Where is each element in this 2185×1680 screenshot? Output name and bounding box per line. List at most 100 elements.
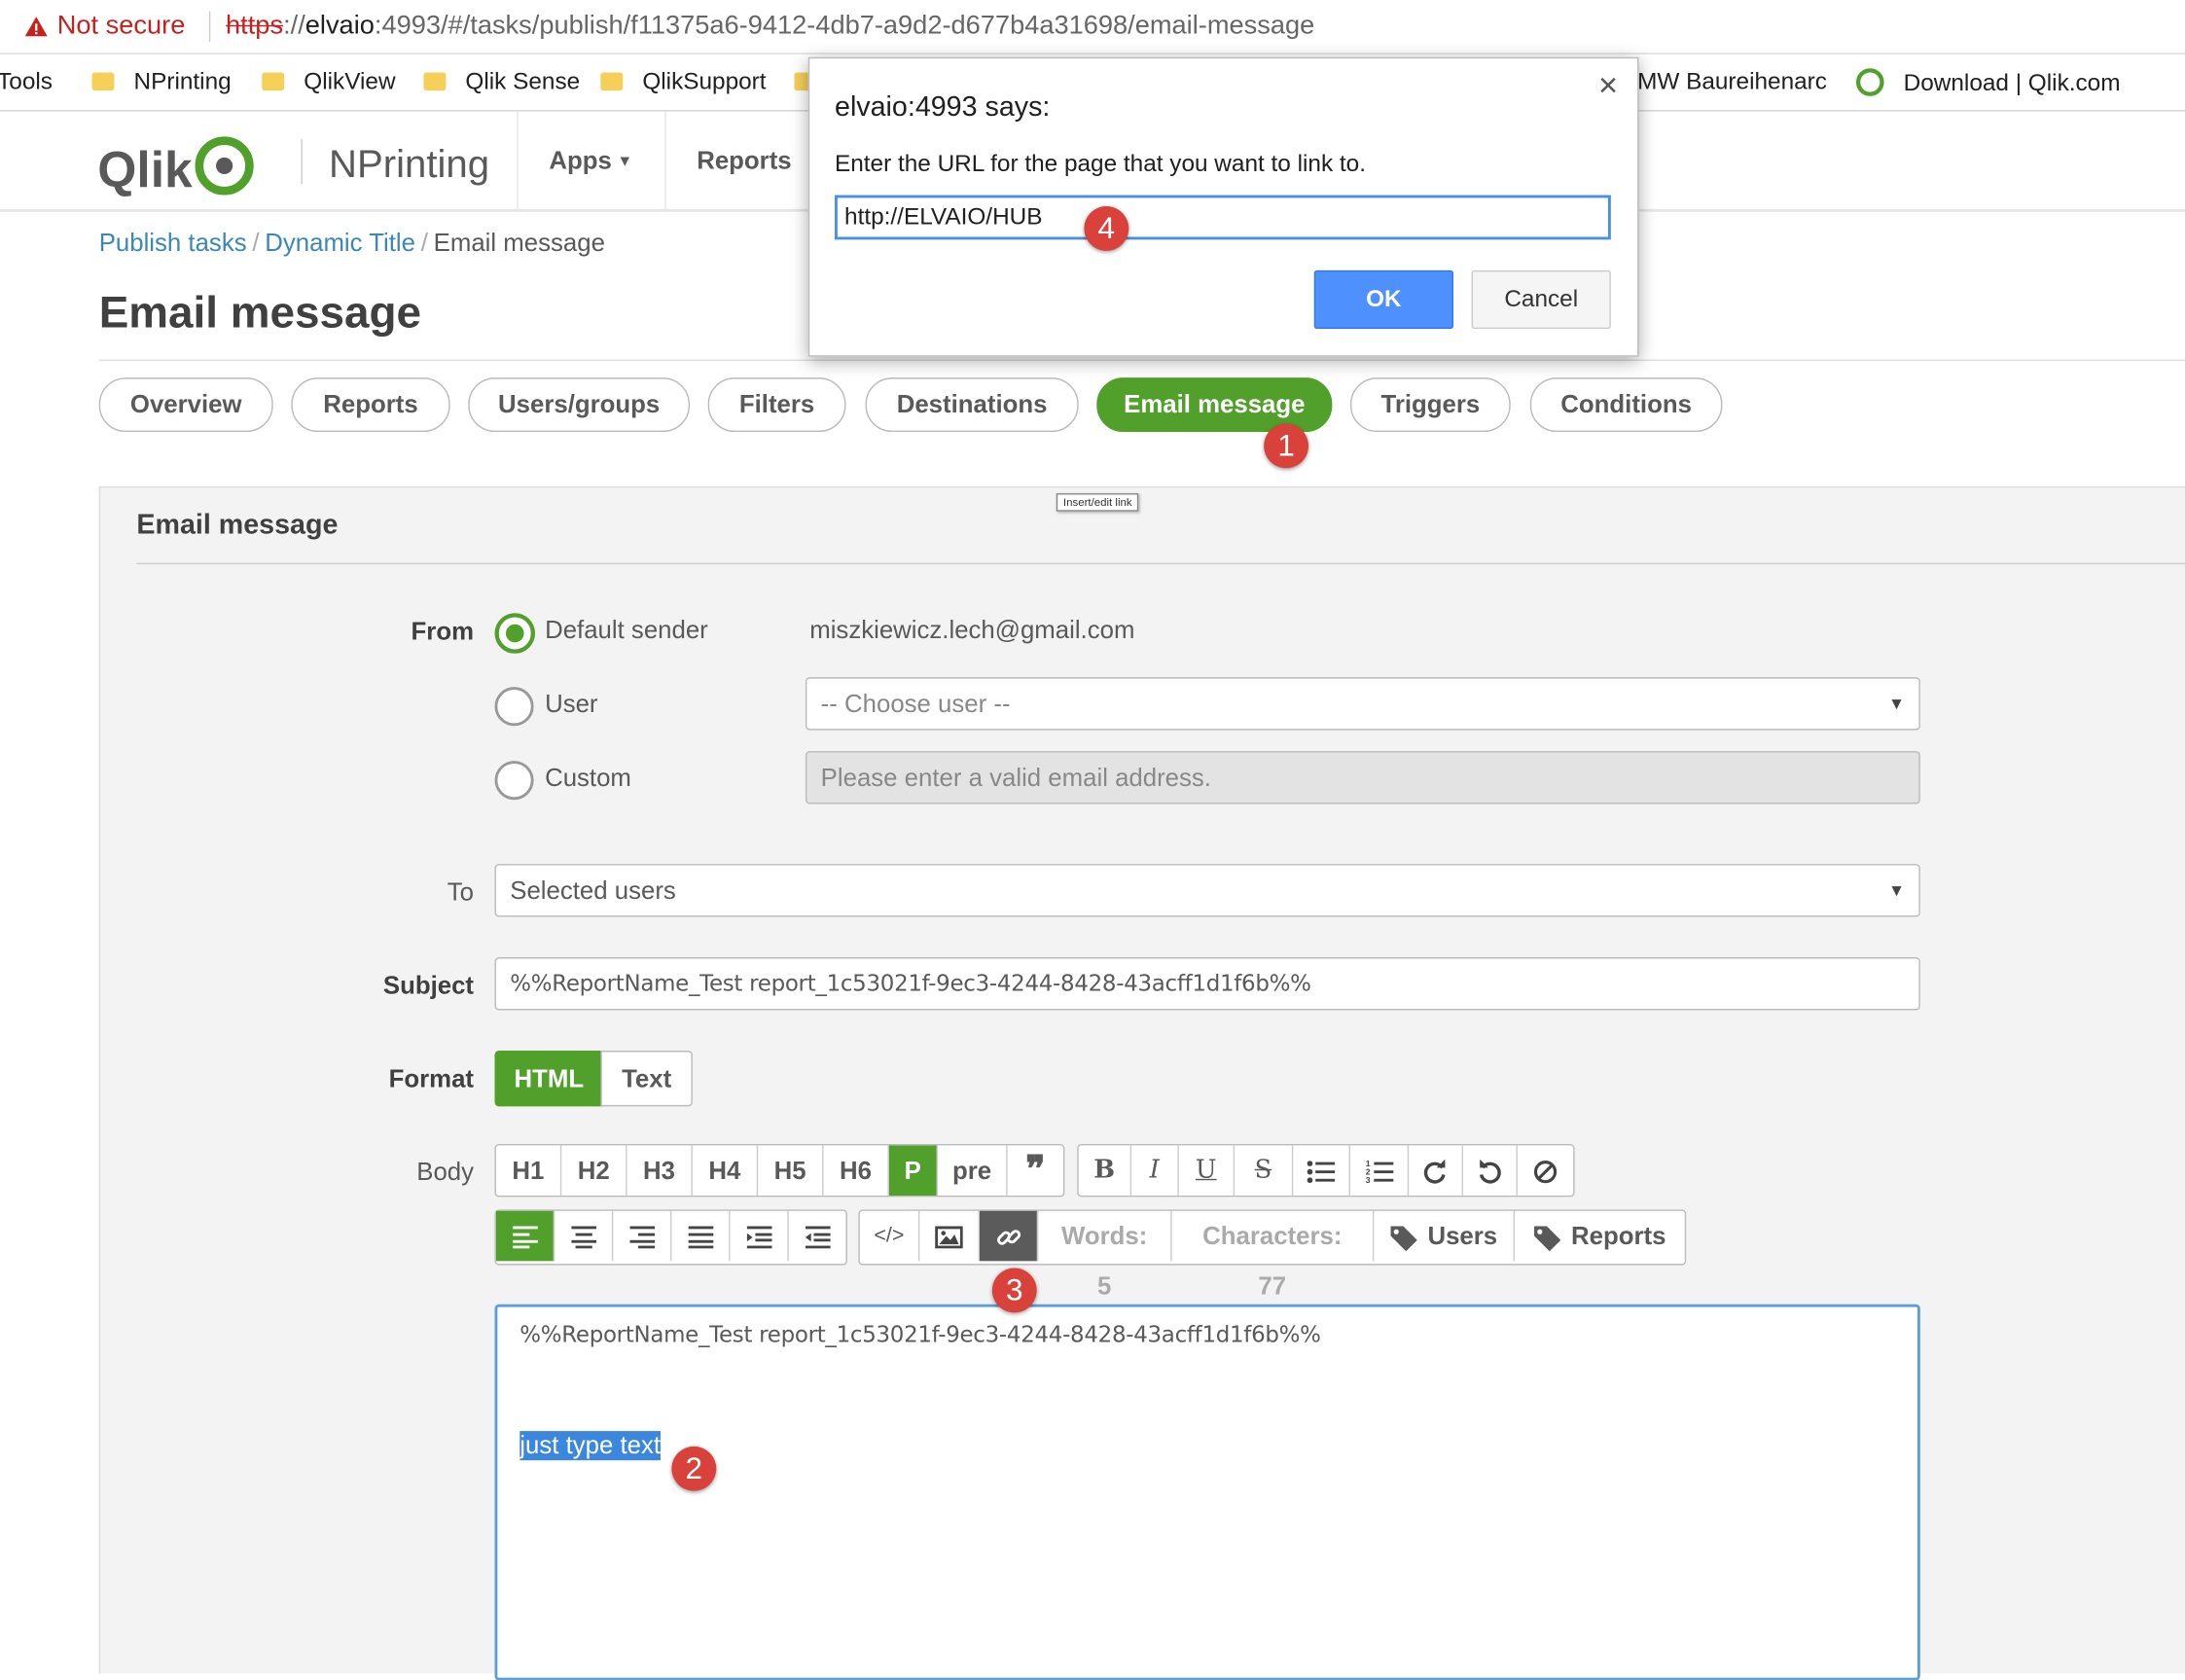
caret-down-icon: ▼ [617, 153, 633, 170]
clear-format-button[interactable] [1518, 1145, 1573, 1196]
from-label: From [411, 617, 475, 646]
editor-selected-text[interactable]: just type text [519, 1431, 662, 1461]
annotation-marker-3: 3 [991, 1268, 1037, 1313]
numbered-list-button[interactable]: 123 [1350, 1145, 1410, 1196]
h6-button[interactable]: H6 [824, 1145, 889, 1196]
cancel-button[interactable]: Cancel [1471, 269, 1611, 330]
code-view-button[interactable]: </> [860, 1210, 920, 1262]
insert-toolbar: </> Words: 5 Characters: 77 Users Report… [858, 1209, 1687, 1300]
tab-filters[interactable]: Filters [707, 377, 846, 433]
underline-button[interactable]: U [1179, 1145, 1236, 1196]
tab-users-groups[interactable]: Users/groups [468, 377, 691, 433]
italic-icon: I [1149, 1155, 1160, 1185]
radio-default-sender[interactable] [494, 613, 536, 654]
dropdown-arrow-icon: ▼ [1888, 880, 1906, 901]
align-left-button[interactable] [495, 1210, 555, 1262]
subject-input[interactable]: %%ReportName_Test report_1c53021f-9ec3-4… [494, 957, 1920, 1011]
radio-user[interactable] [494, 687, 534, 727]
bold-button[interactable]: B [1079, 1145, 1132, 1196]
breadcrumb: Publish tasks / Dynamic Title / Email messag… [98, 228, 605, 257]
justify-button[interactable] [671, 1210, 731, 1262]
bookmark-tools[interactable]: Tools [0, 68, 53, 96]
not-secure-indicator[interactable]: Not secure [23, 11, 185, 42]
h4-button[interactable]: H4 [693, 1145, 759, 1196]
redo-button[interactable] [1409, 1145, 1464, 1196]
subject-label: Subject [382, 971, 475, 1000]
custom-email-field[interactable]: Please enter a valid email address. [805, 751, 1920, 804]
tab-reports[interactable]: Reports [291, 377, 450, 433]
indent-icon [746, 1226, 771, 1249]
ok-button[interactable]: OK [1313, 269, 1453, 330]
underline-icon: U [1195, 1155, 1217, 1185]
choose-user-select[interactable]: -- Choose user -- ▼ [805, 677, 1920, 731]
qlik-logo[interactable]: Qlik [97, 136, 254, 198]
radio-custom[interactable] [494, 761, 534, 801]
quote-button[interactable]: ❞ [1008, 1145, 1063, 1196]
format-html-button[interactable]: HTML [494, 1051, 604, 1107]
address-bar[interactable]: Not secure https://elvaio:4993/#/tasks/p… [0, 0, 2185, 54]
bookmark-qlik-sense[interactable]: Qlik Sense [423, 68, 580, 96]
h2-button[interactable]: H2 [561, 1145, 627, 1196]
dropdown-arrow-icon: ▼ [1888, 694, 1906, 714]
undo-button[interactable] [1463, 1145, 1518, 1196]
insert-image-button[interactable] [919, 1210, 980, 1262]
h1-button[interactable]: H1 [496, 1145, 562, 1196]
h5-button[interactable]: H5 [758, 1145, 824, 1196]
italic-button[interactable]: I [1131, 1145, 1179, 1196]
qlik-q-icon [195, 136, 254, 196]
ban-icon [1533, 1161, 1558, 1184]
radio-default-sender-label: Default sender [545, 616, 708, 644]
align-center-button[interactable] [555, 1210, 614, 1262]
pre-button[interactable]: pre [938, 1145, 1008, 1196]
paragraph-button[interactable]: P [888, 1145, 939, 1196]
tab-triggers[interactable]: Triggers [1349, 377, 1511, 433]
breadcrumb-publish-tasks[interactable]: Publish tasks [99, 229, 247, 257]
style-toolbar: B I U S 123 [1077, 1144, 1575, 1197]
nav-reports[interactable]: Reports [664, 111, 822, 209]
nav-apps[interactable]: Apps ▼ [517, 111, 663, 209]
numbered-list-icon: 123 [1365, 1159, 1393, 1185]
svg-text:3: 3 [1365, 1175, 1370, 1184]
tab-conditions[interactable]: Conditions [1529, 377, 1723, 433]
qlik-icon [1855, 68, 1884, 96]
strikethrough-icon: S [1254, 1155, 1272, 1185]
breadcrumb-current: Email message [433, 228, 605, 257]
bookmark-qlikview[interactable]: QlikView [262, 68, 396, 96]
folder-icon [423, 72, 447, 91]
page-title: Email message [98, 287, 421, 338]
tab-email-message[interactable]: Email message [1096, 377, 1333, 433]
body-editor[interactable]: %%ReportName_Test report_1c53021f-9ec3-4… [494, 1304, 1920, 1680]
strikethrough-button[interactable]: S [1235, 1145, 1294, 1196]
bookmark-mw-baureihenarchiv[interactable]: MW Baureihenarchi [1637, 68, 1827, 96]
format-text-button[interactable]: Text [600, 1051, 693, 1107]
annotation-marker-2: 2 [671, 1446, 717, 1491]
breadcrumb-dynamic-title[interactable]: Dynamic Title [265, 229, 415, 257]
tag-icon [1534, 1226, 1561, 1252]
align-right-button[interactable] [613, 1210, 672, 1262]
url-text[interactable]: https://elvaio:4993/#/tasks/publish/f113… [226, 11, 1314, 42]
radio-user-label: User [545, 690, 598, 718]
body-label: Body [416, 1158, 475, 1186]
h3-button[interactable]: H3 [627, 1145, 693, 1196]
tooltip-insert-edit-link: Insert/edit link [1056, 493, 1139, 512]
url-input[interactable]: http://ELVAIO/HUB [835, 195, 1611, 240]
tab-destinations[interactable]: Destinations [865, 377, 1079, 433]
outdent-button[interactable] [789, 1211, 846, 1262]
close-icon[interactable]: × [1598, 67, 1618, 106]
quote-icon: ❞ [1025, 1149, 1046, 1192]
users-tag-button[interactable]: Users [1374, 1210, 1516, 1262]
folder-icon [600, 72, 624, 91]
bookmark-nprinting[interactable]: NPrinting [91, 68, 232, 96]
insert-link-button[interactable] [979, 1210, 1039, 1262]
bookmark-qliksupport[interactable]: QlikSupport [600, 68, 767, 96]
tab-overview[interactable]: Overview [98, 377, 273, 433]
to-select[interactable]: Selected users ▼ [494, 864, 1920, 917]
editor-subject-token: %%ReportName_Test report_1c53021f-9ec3-4… [519, 1320, 1321, 1348]
bookmark-download-qlik[interactable]: Download | Qlik.com [1855, 68, 2121, 97]
dialog-message: Enter the URL for the page that you want… [835, 150, 1366, 177]
reports-tag-button[interactable]: Reports [1515, 1211, 1685, 1262]
heading-toolbar: H1 H2 H3 H4 H5 H6 P pre ❞ [494, 1144, 1065, 1197]
indent-button[interactable] [731, 1210, 789, 1262]
bullet-list-button[interactable] [1293, 1145, 1350, 1196]
align-toolbar [494, 1209, 847, 1266]
